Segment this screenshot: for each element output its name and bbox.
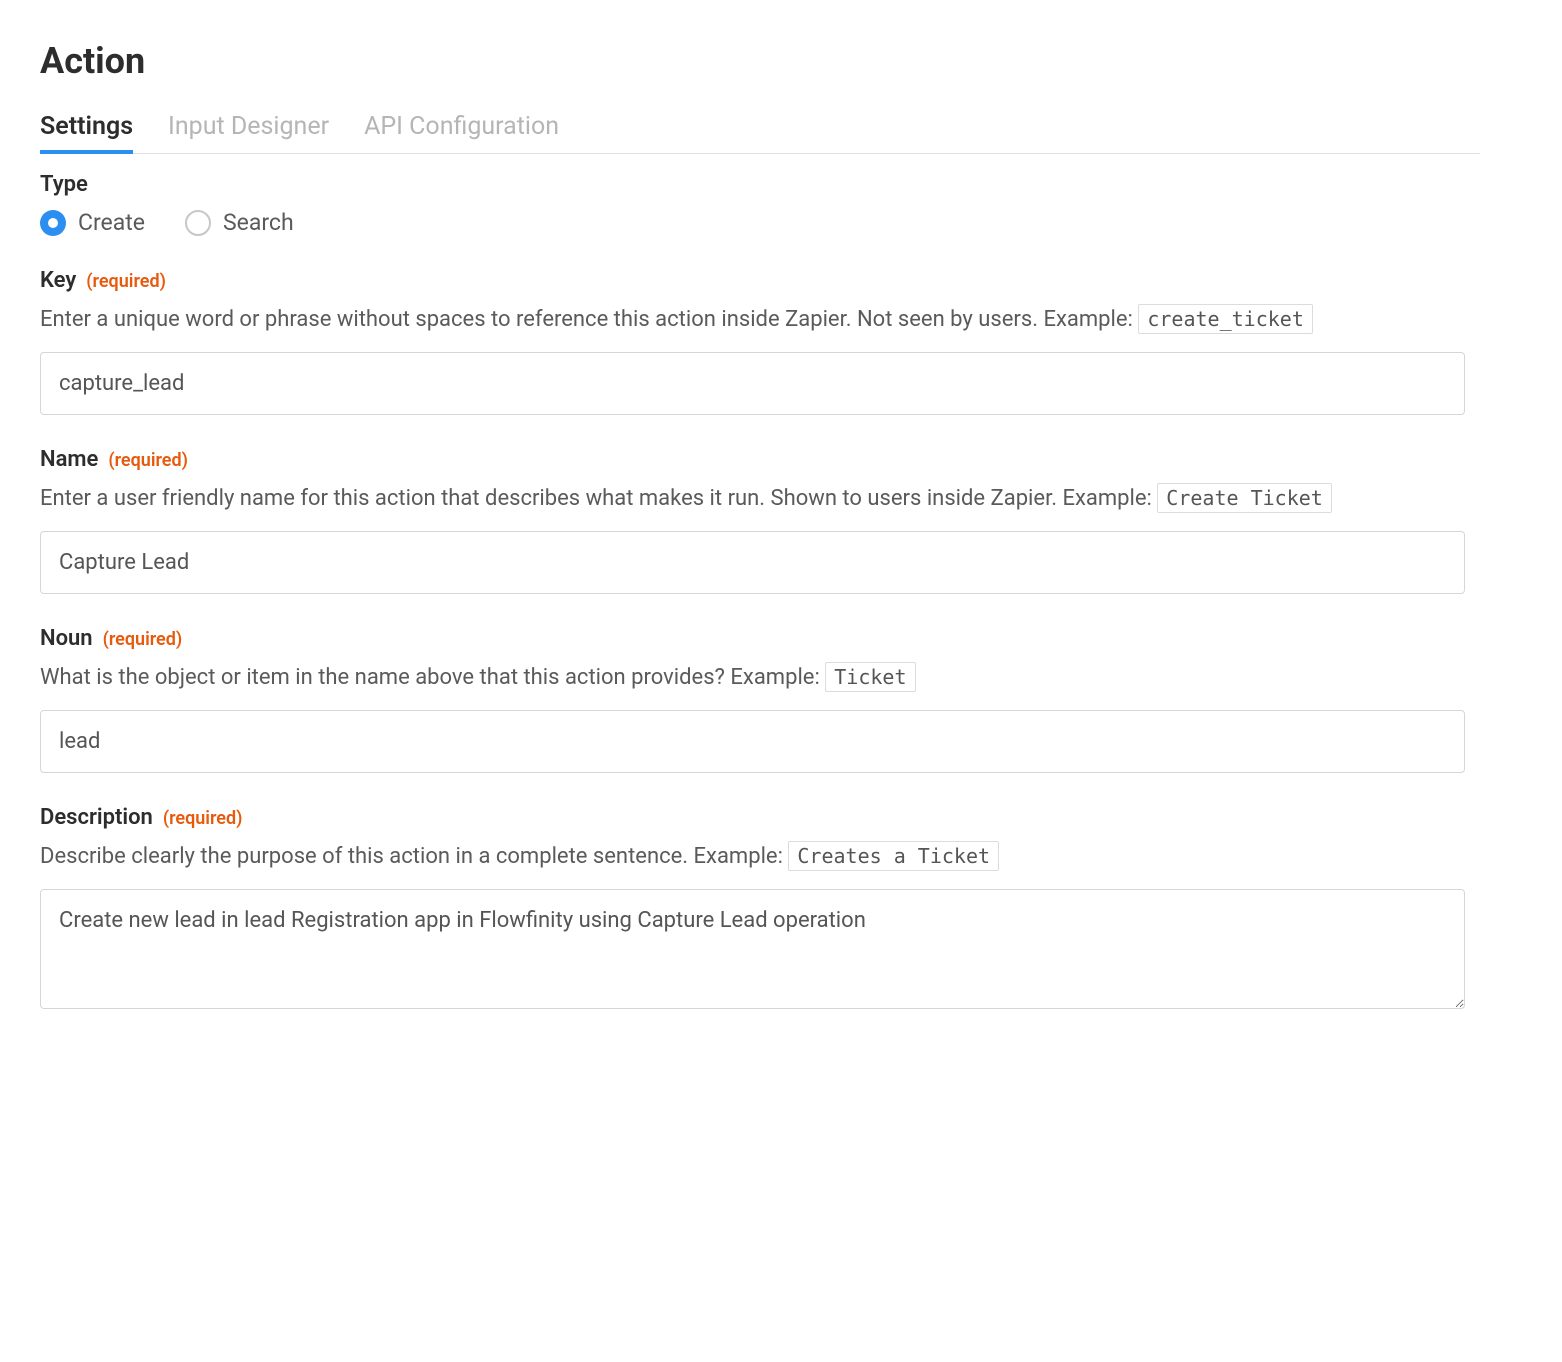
name-required-tag: (required): [108, 450, 188, 471]
name-help-text: Enter a user friendly name for this acti…: [40, 486, 1157, 511]
radio-circle-search: [185, 210, 211, 236]
noun-example-code: Ticket: [825, 662, 915, 692]
tab-input-designer[interactable]: Input Designer: [168, 112, 329, 153]
tab-settings[interactable]: Settings: [40, 112, 133, 153]
radio-circle-create: [40, 210, 66, 236]
name-input[interactable]: [40, 531, 1465, 594]
noun-help-text: What is the object or item in the name a…: [40, 665, 825, 690]
radio-option-search[interactable]: Search: [185, 209, 294, 236]
radio-label-search: Search: [223, 209, 294, 236]
type-radio-group: Create Search: [40, 209, 1480, 236]
description-help: Describe clearly the purpose of this act…: [40, 840, 1480, 873]
key-label: Key (required): [40, 268, 1480, 293]
name-help: Enter a user friendly name for this acti…: [40, 482, 1480, 515]
noun-label: Noun (required): [40, 626, 1480, 651]
key-section: Key (required) Enter a unique word or ph…: [40, 268, 1480, 415]
description-required-tag: (required): [163, 808, 243, 829]
noun-label-text: Noun: [40, 626, 93, 651]
key-required-tag: (required): [86, 271, 166, 292]
noun-section: Noun (required) What is the object or it…: [40, 626, 1480, 773]
description-label: Description (required): [40, 805, 1480, 830]
name-label-text: Name: [40, 447, 98, 472]
name-example-code: Create Ticket: [1157, 483, 1332, 513]
key-example-code: create_ticket: [1138, 304, 1313, 334]
description-section: Description (required) Describe clearly …: [40, 805, 1480, 1013]
type-label: Type: [40, 172, 1480, 197]
type-label-text: Type: [40, 172, 88, 197]
description-label-text: Description: [40, 805, 153, 830]
description-example-code: Creates a Ticket: [788, 841, 999, 871]
page-title: Action: [40, 40, 1480, 82]
description-input[interactable]: Create new lead in lead Registration app…: [40, 889, 1465, 1009]
name-label: Name (required): [40, 447, 1480, 472]
key-help: Enter a unique word or phrase without sp…: [40, 303, 1480, 336]
key-input[interactable]: [40, 352, 1465, 415]
noun-help: What is the object or item in the name a…: [40, 661, 1480, 694]
noun-input[interactable]: [40, 710, 1465, 773]
tabs-bar: Settings Input Designer API Configuratio…: [40, 112, 1480, 154]
description-help-text: Describe clearly the purpose of this act…: [40, 844, 788, 869]
key-help-text: Enter a unique word or phrase without sp…: [40, 307, 1138, 332]
radio-option-create[interactable]: Create: [40, 209, 145, 236]
name-section: Name (required) Enter a user friendly na…: [40, 447, 1480, 594]
key-label-text: Key: [40, 268, 76, 293]
noun-required-tag: (required): [103, 629, 183, 650]
radio-label-create: Create: [78, 209, 145, 236]
tab-api-configuration[interactable]: API Configuration: [364, 112, 559, 153]
type-section: Type Create Search: [40, 172, 1480, 236]
